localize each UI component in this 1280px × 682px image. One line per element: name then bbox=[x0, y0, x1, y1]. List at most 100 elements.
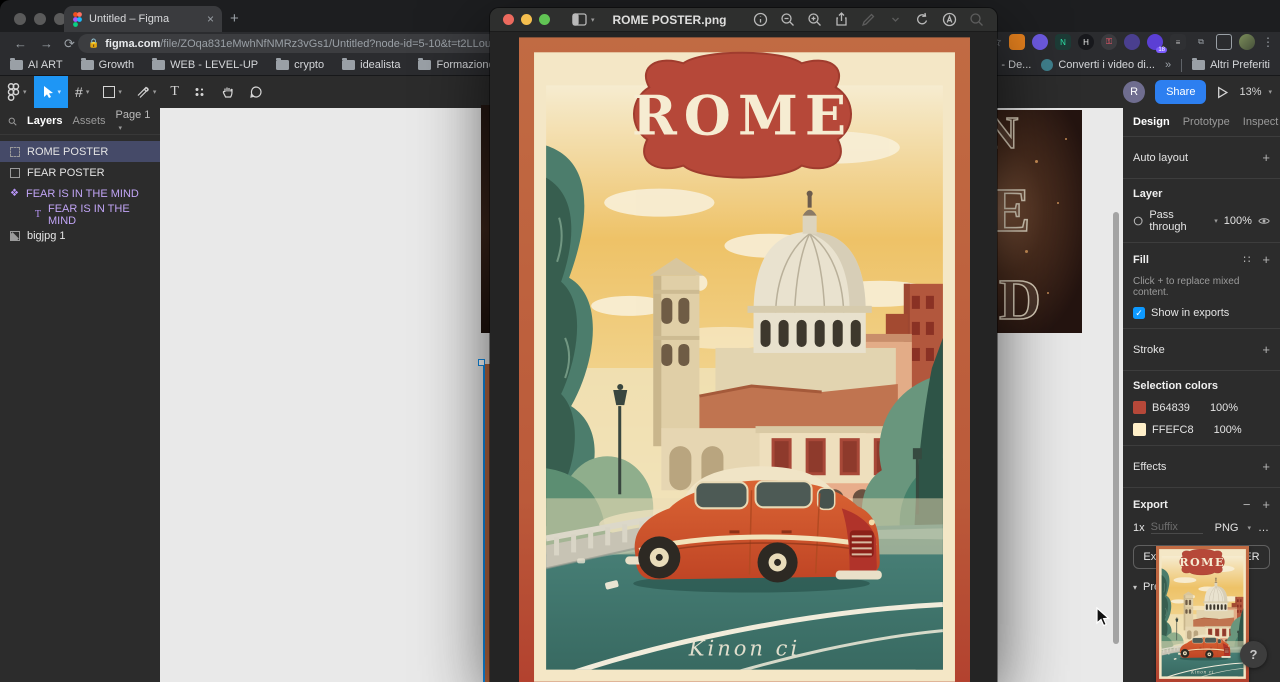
figma-main-menu[interactable]: ▾ bbox=[0, 76, 34, 108]
search-icon[interactable] bbox=[8, 116, 17, 127]
page-selector[interactable]: Page 1 ▾ bbox=[116, 109, 152, 133]
tab-design[interactable]: Design bbox=[1133, 116, 1170, 128]
layer-row-fear-text[interactable]: T FEAR IS IN THE MIND bbox=[0, 204, 160, 225]
bookmark-altri-preferiti[interactable]: Altri Preferiti bbox=[1192, 59, 1270, 71]
hand-tool[interactable] bbox=[214, 76, 242, 108]
browser-tab[interactable]: Untitled – Figma × bbox=[64, 6, 222, 32]
fill-styles-icon[interactable]: ∷ bbox=[1243, 253, 1250, 266]
new-tab-button[interactable]: + bbox=[230, 10, 239, 27]
color-swatch-ffefc8[interactable] bbox=[1133, 423, 1146, 436]
add-auto-layout-button[interactable]: + bbox=[1262, 150, 1270, 165]
color-opacity[interactable]: 100% bbox=[1214, 424, 1242, 436]
add-effect-button[interactable]: + bbox=[1262, 459, 1270, 474]
preview-window[interactable]: ▾ ROME POSTER.png bbox=[490, 8, 997, 682]
markup-chevron-icon[interactable] bbox=[887, 12, 903, 28]
bookmark-crypto[interactable]: crypto bbox=[276, 59, 324, 71]
selection-color-row[interactable]: B64839 100% bbox=[1133, 401, 1270, 414]
tab-layers[interactable]: Layers bbox=[27, 115, 62, 127]
forward-icon[interactable]: → bbox=[40, 32, 53, 55]
minimize-window-icon[interactable] bbox=[34, 13, 46, 25]
comment-tool[interactable] bbox=[242, 76, 270, 108]
add-export-button[interactable]: + bbox=[1262, 497, 1270, 512]
bookmark-web-level-up[interactable]: WEB - LEVEL-UP bbox=[152, 59, 258, 71]
profile-avatar[interactable] bbox=[1239, 34, 1255, 50]
export-format-select[interactable]: PNG bbox=[1215, 522, 1239, 534]
suffix-input[interactable] bbox=[1151, 521, 1203, 534]
side-panel-icon[interactable] bbox=[1216, 34, 1232, 50]
color-opacity[interactable]: 100% bbox=[1210, 402, 1238, 414]
canvas-scrollbar[interactable] bbox=[1113, 212, 1119, 644]
selection-color-row[interactable]: FFEFC8 100% bbox=[1133, 423, 1270, 436]
add-stroke-button[interactable]: + bbox=[1262, 342, 1270, 357]
tab-prototype[interactable]: Prototype bbox=[1183, 116, 1230, 128]
visibility-eye-icon[interactable] bbox=[1258, 216, 1270, 226]
minimize-preview-icon[interactable] bbox=[521, 14, 532, 25]
back-icon[interactable]: ← bbox=[14, 32, 27, 55]
preview-caret-icon[interactable]: ▾ bbox=[1133, 583, 1137, 592]
pen-tool[interactable]: ▾ bbox=[129, 76, 164, 108]
bookmark-growth[interactable]: Growth bbox=[81, 59, 134, 71]
sidebar-chevron-icon[interactable]: ▾ bbox=[591, 16, 595, 24]
annotate-icon[interactable] bbox=[941, 12, 957, 28]
preview-titlebar[interactable]: ▾ ROME POSTER.png bbox=[490, 8, 997, 32]
layer-row-rome-poster[interactable]: ROME POSTER bbox=[0, 141, 160, 162]
bookmarks-overflow-icon[interactable]: » bbox=[1165, 59, 1171, 71]
badge-extension-icon[interactable]: 18 bbox=[1147, 34, 1163, 50]
bookmark-formazione[interactable]: Formazione bbox=[418, 59, 494, 71]
shape-tool[interactable]: ▾ bbox=[96, 76, 129, 108]
layer-opacity[interactable]: 100% bbox=[1224, 215, 1252, 227]
window-controls[interactable] bbox=[14, 13, 66, 25]
rotate-icon[interactable] bbox=[914, 12, 930, 28]
bookmark-de[interactable]: - De... bbox=[1001, 59, 1031, 71]
puzzle-extensions-icon[interactable]: ⧉ bbox=[1193, 34, 1209, 50]
zoom-preview-icon[interactable] bbox=[539, 14, 550, 25]
bookmark-converti[interactable]: Converti i video di... bbox=[1041, 59, 1155, 71]
present-icon[interactable] bbox=[1216, 86, 1229, 99]
layer-row-fear-poster[interactable]: FEAR POSTER bbox=[0, 162, 160, 183]
markup-pencil-icon[interactable] bbox=[860, 12, 876, 28]
tab-inspect[interactable]: Inspect bbox=[1243, 116, 1278, 128]
export-more-icon[interactable]: … bbox=[1258, 522, 1270, 534]
bookmark-ai-art[interactable]: AI ART bbox=[10, 59, 63, 71]
key-extension-icon[interactable]: ⚿ bbox=[1101, 34, 1117, 50]
help-button[interactable]: ? bbox=[1240, 641, 1267, 668]
color-hex[interactable]: B64839 bbox=[1152, 402, 1190, 414]
share-icon[interactable] bbox=[833, 12, 849, 28]
share-button[interactable]: Share bbox=[1155, 80, 1206, 104]
purple-extension-icon[interactable] bbox=[1032, 34, 1048, 50]
user-avatar[interactable]: R bbox=[1123, 81, 1145, 103]
browser-menu-icon[interactable]: ⋮ bbox=[1262, 35, 1274, 49]
bookmark-idealista[interactable]: idealista bbox=[342, 59, 400, 71]
text-tool[interactable]: T bbox=[163, 76, 186, 108]
indigo-extension-icon[interactable] bbox=[1124, 34, 1140, 50]
color-hex[interactable]: FFEFC8 bbox=[1152, 424, 1194, 436]
export-scale[interactable]: 1x bbox=[1133, 522, 1145, 534]
sidebar-toggle-icon[interactable] bbox=[572, 12, 588, 28]
color-swatch-b64839[interactable] bbox=[1133, 401, 1146, 414]
tab-assets[interactable]: Assets bbox=[73, 115, 106, 127]
selection-handle[interactable] bbox=[478, 359, 485, 366]
zoom-control[interactable]: 13%▾ bbox=[1239, 86, 1272, 98]
close-preview-icon[interactable] bbox=[503, 14, 514, 25]
zoom-in-icon[interactable] bbox=[806, 12, 822, 28]
move-tool[interactable]: ▾ bbox=[34, 76, 69, 108]
show-in-exports-checkbox[interactable]: ✓ bbox=[1133, 307, 1145, 319]
remove-export-button[interactable]: − bbox=[1243, 497, 1251, 512]
tab-close-icon[interactable]: × bbox=[207, 12, 214, 26]
stripes-extension-icon[interactable]: ≡ bbox=[1170, 34, 1186, 50]
layer-row-bigjpg[interactable]: bigjpg 1 bbox=[0, 225, 160, 246]
metamask-extension-icon[interactable] bbox=[1009, 34, 1025, 50]
blend-mode-select[interactable]: Pass through bbox=[1149, 209, 1205, 233]
h-extension-icon[interactable]: H bbox=[1078, 34, 1094, 50]
reload-icon[interactable]: ⟳ bbox=[64, 32, 75, 55]
add-fill-button[interactable]: + bbox=[1262, 252, 1270, 267]
search-icon[interactable] bbox=[968, 12, 984, 28]
frame-tool[interactable]: #▾ bbox=[68, 76, 96, 108]
resources-tool[interactable] bbox=[186, 76, 214, 108]
info-icon[interactable] bbox=[752, 12, 768, 28]
teal-n-extension-icon[interactable]: N bbox=[1055, 34, 1071, 50]
layer-row-fear-component[interactable]: ❖ FEAR IS IN THE MIND bbox=[0, 183, 160, 204]
close-window-icon[interactable] bbox=[14, 13, 26, 25]
fear-poster-canvas-fragment[interactable]: N E D bbox=[995, 110, 1082, 333]
zoom-out-icon[interactable] bbox=[779, 12, 795, 28]
